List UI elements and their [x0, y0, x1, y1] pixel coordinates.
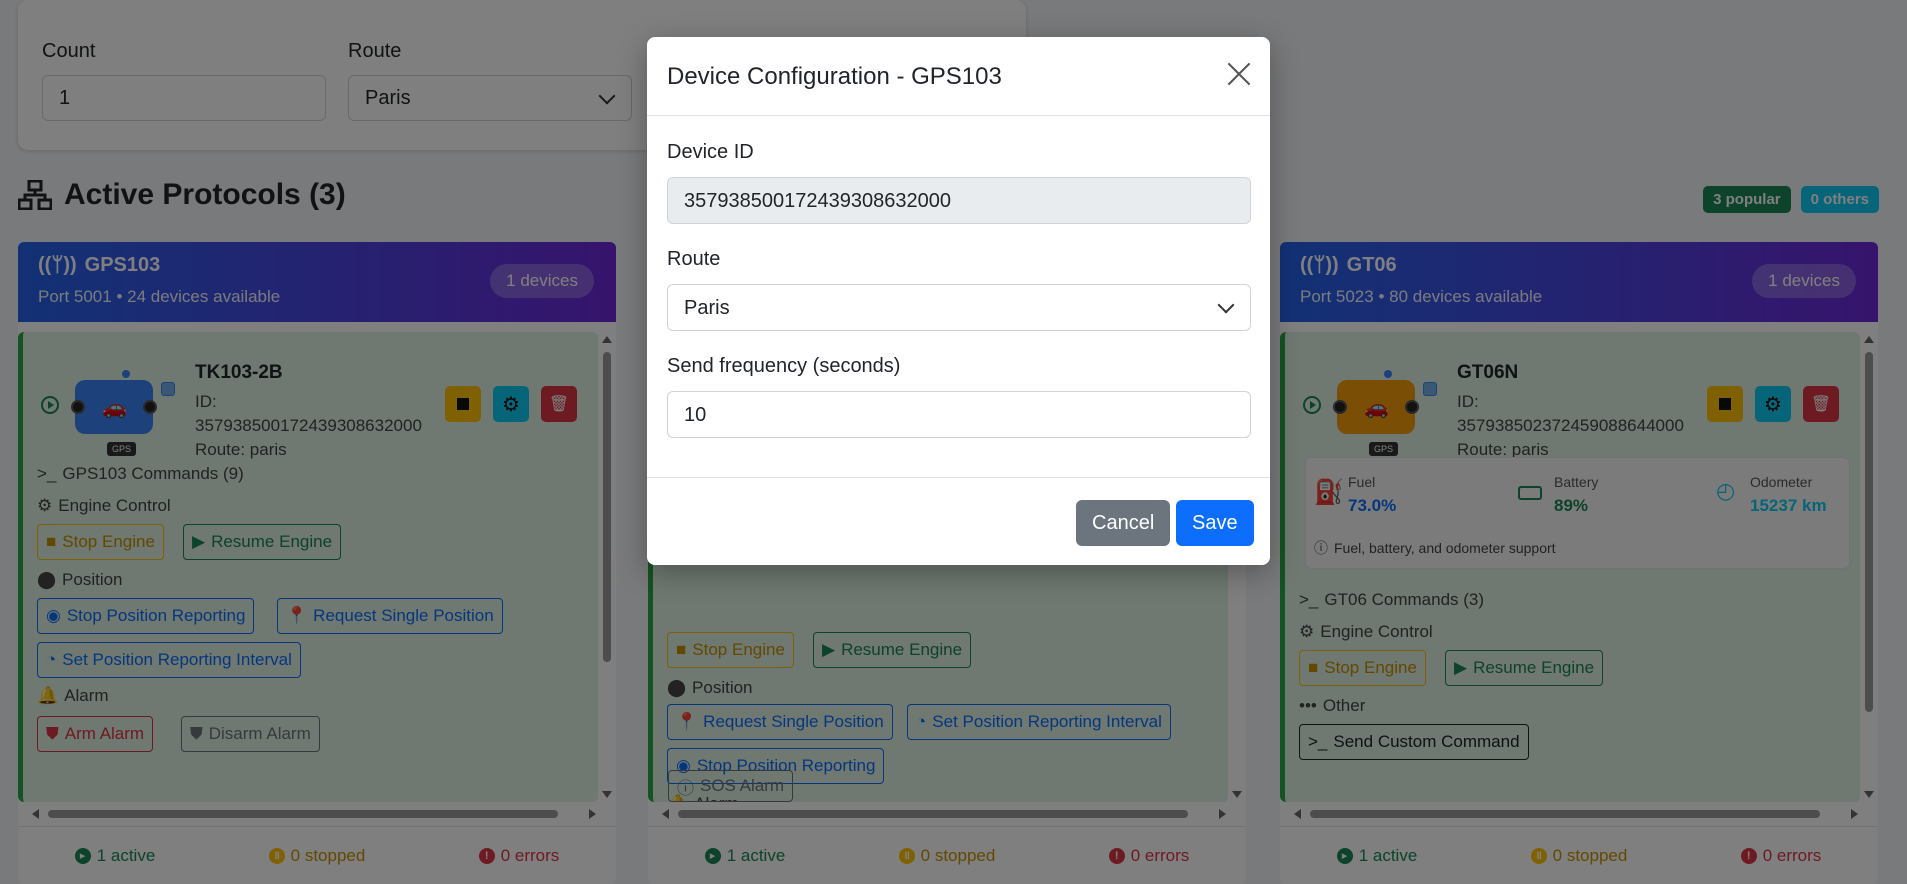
route-label: Route: [667, 248, 721, 270]
frequency-label: Send frequency (seconds): [667, 355, 901, 377]
frequency-input[interactable]: 10: [667, 391, 1251, 438]
modal-title: Device Configuration - GPS103: [667, 63, 1002, 90]
cancel-button[interactable]: Cancel: [1076, 500, 1171, 546]
save-button[interactable]: Save: [1176, 500, 1254, 546]
chevron-down-icon: [1217, 296, 1235, 314]
route-value: Paris: [684, 297, 730, 319]
device-id-label: Device ID: [667, 141, 754, 163]
device-id-value: 357938500172439308632000: [684, 190, 951, 212]
modal-header: Device Configuration - GPS103: [647, 37, 1270, 116]
device-config-modal: Device Configuration - GPS103 Device ID …: [647, 37, 1270, 565]
modal-footer: Cancel Save: [647, 477, 1270, 565]
route-select[interactable]: Paris: [667, 284, 1251, 331]
device-id-field[interactable]: 357938500172439308632000: [667, 177, 1251, 224]
frequency-value: 10: [684, 404, 707, 426]
close-icon[interactable]: [1226, 61, 1252, 87]
